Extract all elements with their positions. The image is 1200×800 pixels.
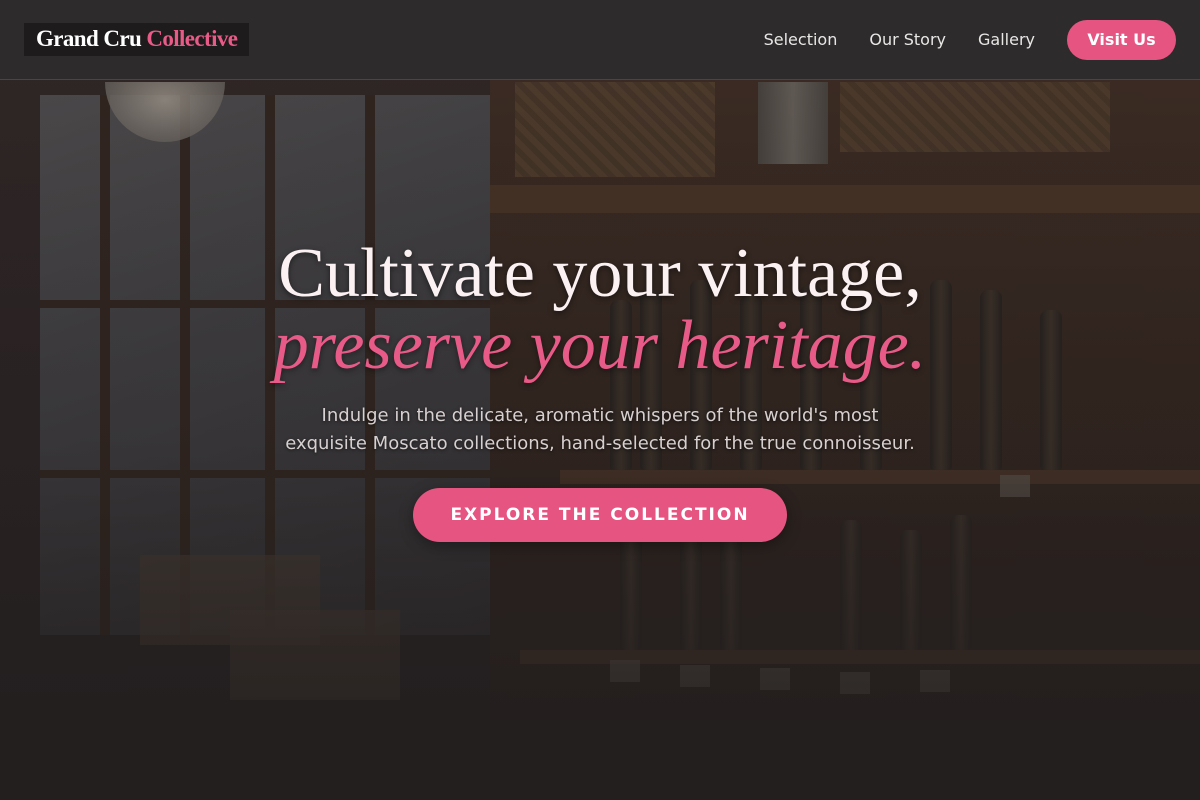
brand-name-accent: Collective bbox=[146, 26, 238, 51]
explore-collection-button[interactable]: EXPLORE THE COLLECTION bbox=[413, 488, 787, 542]
hero-title-accent: preserve your heritage. bbox=[273, 307, 927, 384]
nav-link-our-story[interactable]: Our Story bbox=[869, 30, 946, 49]
nav-link-gallery[interactable]: Gallery bbox=[978, 30, 1035, 49]
nav-link-selection[interactable]: Selection bbox=[764, 30, 838, 49]
brand-logo[interactable]: Grand Cru Collective bbox=[24, 23, 250, 56]
visit-us-button[interactable]: Visit Us bbox=[1067, 19, 1176, 60]
main-nav: Selection Our Story Gallery Visit Us bbox=[764, 19, 1176, 60]
hero-subtitle: Indulge in the delicate, aromatic whispe… bbox=[285, 405, 915, 454]
hero-section: Cultivate your vintage, preserve your he… bbox=[0, 238, 1200, 542]
site-header: Grand Cru Collective Selection Our Story… bbox=[0, 0, 1200, 80]
brand-name-primary: Grand Cru bbox=[36, 26, 142, 51]
hero-title: Cultivate your vintage, bbox=[278, 235, 922, 312]
